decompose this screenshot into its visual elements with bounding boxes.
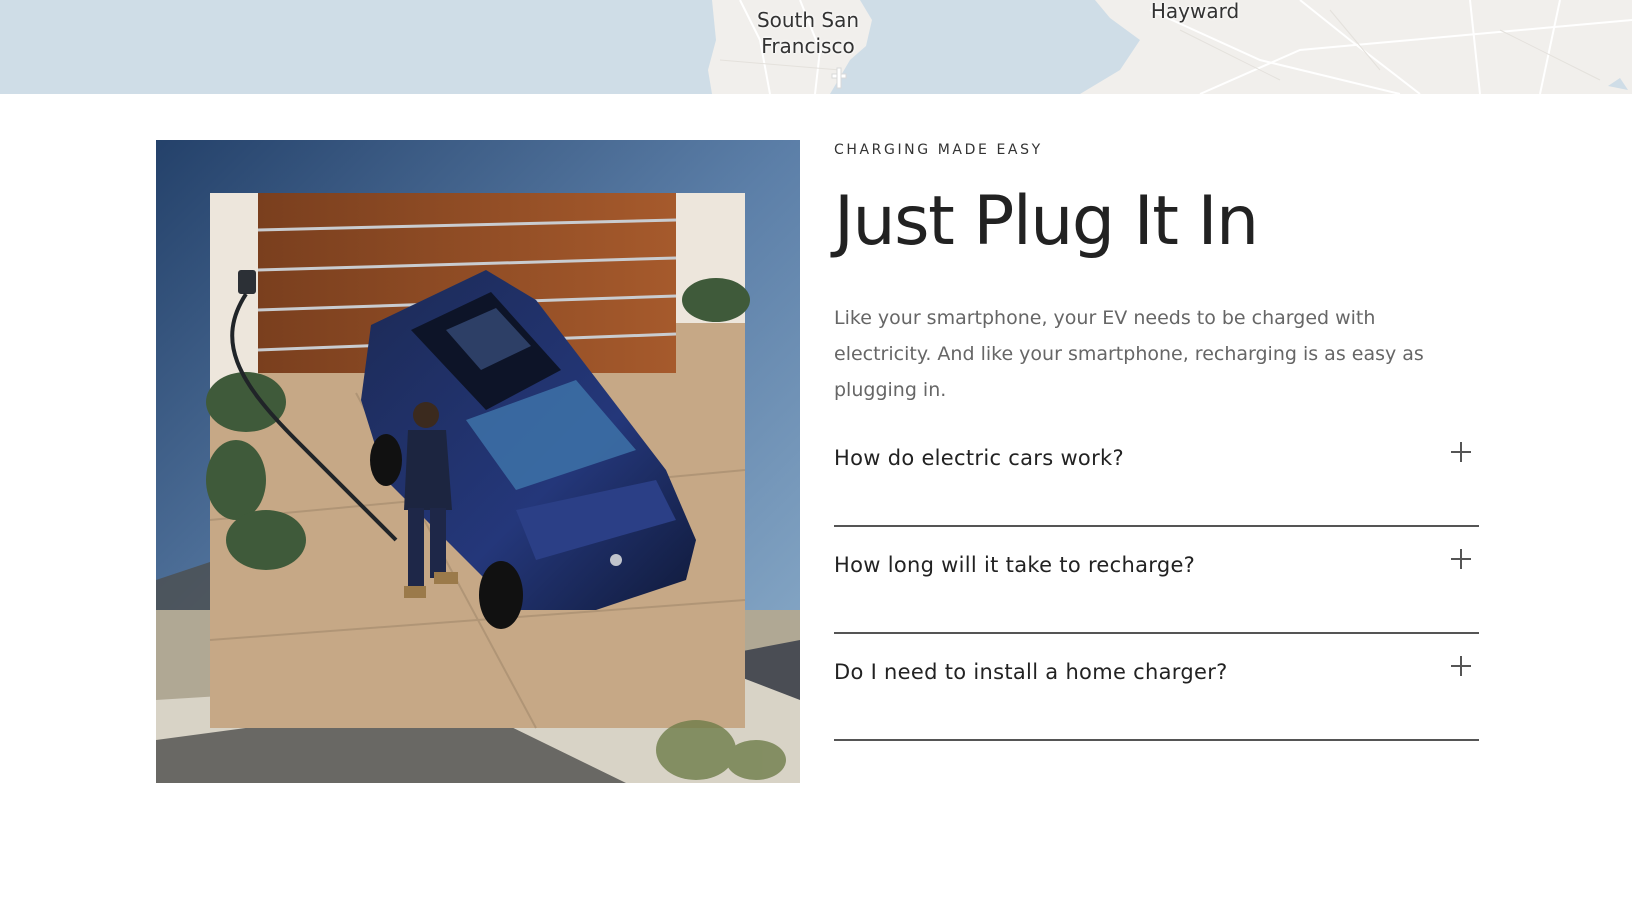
map-label-line: South San (756, 8, 860, 32)
map-label-hayward: Hayward (1150, 0, 1240, 23)
map-label-line: Francisco (761, 34, 855, 58)
faq-item-how-electric-cars-work[interactable]: How do electric cars work? (834, 420, 1479, 527)
map-label-south-san-francisco: South San Francisco (748, 7, 868, 59)
faq-question: How long will it take to recharge? (834, 553, 1196, 577)
faq-item-home-charger[interactable]: Do I need to install a home charger? (834, 634, 1479, 741)
faq-question: How do electric cars work? (834, 446, 1124, 470)
faq-accordion: How do electric cars work? How long will… (834, 420, 1479, 741)
faq-question: Do I need to install a home charger? (834, 660, 1228, 684)
charging-section: CHARGING MADE EASY Just Plug It In Like … (834, 140, 1479, 741)
section-headline: Just Plug It In (834, 182, 1259, 261)
map-strip[interactable]: South San Francisco Hayward (0, 0, 1632, 94)
plus-icon[interactable] (1451, 442, 1471, 462)
eyebrow-label: CHARGING MADE EASY (834, 142, 1043, 158)
plus-icon[interactable] (1451, 656, 1471, 676)
section-description: Like your smartphone, your EV needs to b… (834, 307, 1424, 401)
faq-item-recharge-time[interactable]: How long will it take to recharge? (834, 527, 1479, 634)
plus-icon[interactable] (1451, 549, 1471, 569)
ev-charging-photo (156, 140, 800, 783)
